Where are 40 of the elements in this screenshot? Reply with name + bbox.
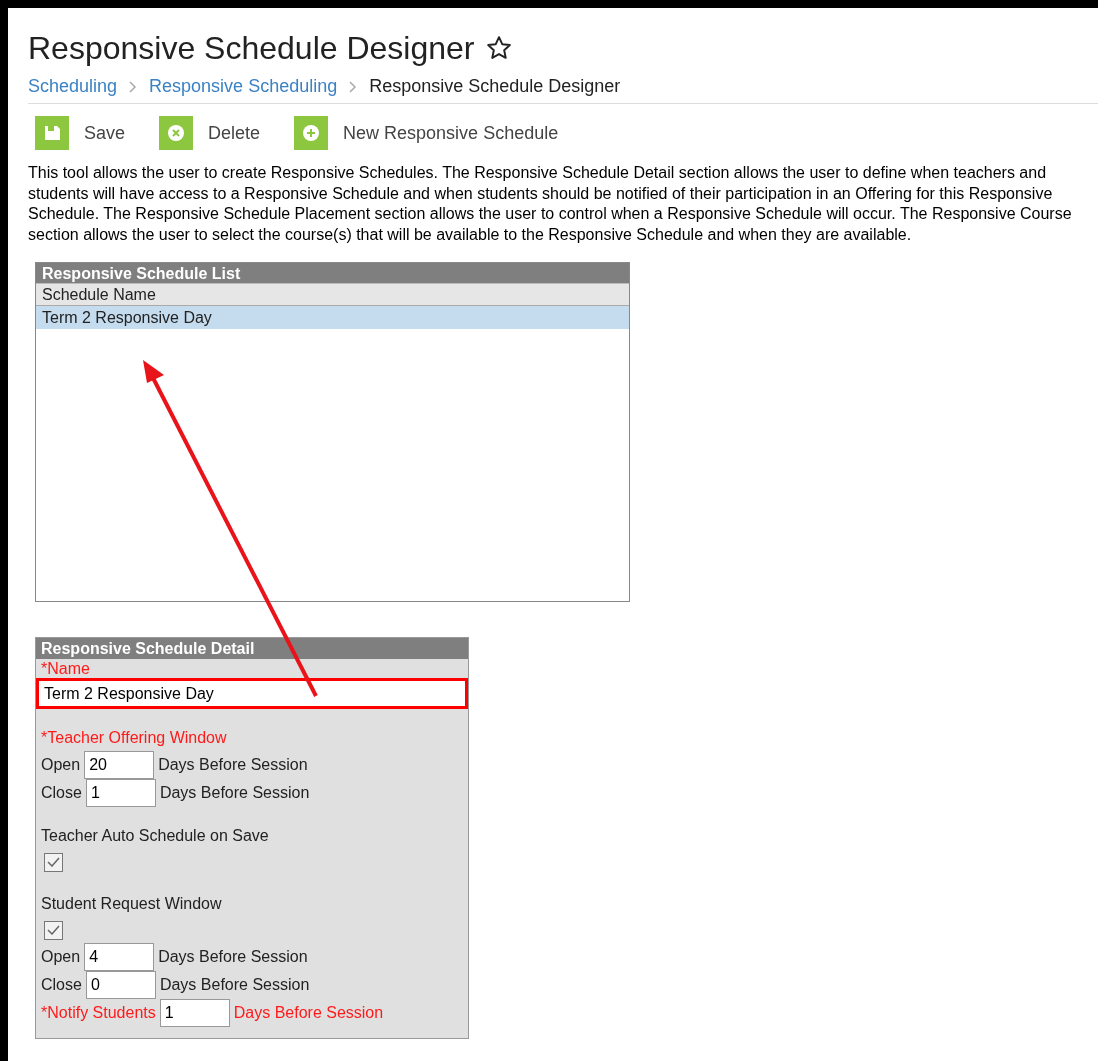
field-suffix: Days Before Session — [158, 947, 308, 967]
panel-header: Responsive Schedule List — [36, 263, 629, 284]
days-field[interactable]: 1 — [85, 779, 156, 807]
breadcrumb-link[interactable]: Responsive Scheduling — [149, 73, 338, 100]
days-field[interactable]: 1 — [159, 999, 230, 1027]
column-header: Schedule Name — [36, 284, 629, 306]
field-suffix: Days Before Session — [233, 1003, 384, 1023]
panel-header: Responsive Schedule Detail — [36, 638, 468, 659]
toolbar-button[interactable]: Delete — [159, 116, 261, 150]
field-label: Close — [41, 975, 82, 995]
check-icon — [47, 857, 60, 867]
field-suffix: Days Before Session — [159, 783, 310, 803]
section-label: Teacher Auto Schedule on Save — [41, 826, 270, 846]
page-title: Responsive Schedule Designer — [28, 29, 475, 68]
save-icon — [35, 116, 69, 150]
description-text: This tool allows the user to create Responsive Schedules. The Responsive Schedule Detail section allows the user to define when teachers and students will have access to a Responsive Schedule and when students should be notified of their participation in an Offering for this Responsive Schedule. The Responsive Schedule Placement section allows the user to control when a Responsive Schedule will occur. The Responsive Course section allows the user to select the course(s) that will be available to the Responsive Schedule and when they are available. — [28, 163, 1073, 245]
field-suffix: Days Before Session — [159, 975, 310, 995]
breadcrumb-link[interactable]: Scheduling — [28, 73, 118, 100]
section-label: *Teacher Offering Window — [41, 728, 228, 748]
toolbar-button[interactable]: Save — [35, 116, 126, 150]
field-suffix: Days Before Session — [158, 755, 308, 775]
days-field[interactable]: 4 — [84, 943, 155, 971]
field-label: Close — [41, 783, 82, 803]
name-field[interactable]: Term 2 Responsive Day — [39, 681, 465, 706]
check-icon — [47, 925, 60, 935]
field-label: *Notify Students — [41, 1003, 156, 1023]
field-label: Open — [41, 755, 81, 775]
field-label: *Name — [40, 659, 91, 678]
star-icon[interactable] — [486, 35, 513, 61]
days-field[interactable]: 20 — [84, 751, 155, 779]
checkbox[interactable] — [44, 852, 63, 872]
section-label: Student Request Window — [41, 894, 223, 914]
breadcrumb-current: Responsive Schedule Designer — [369, 75, 621, 98]
days-field[interactable]: 0 — [85, 971, 156, 999]
chevron-icon — [129, 80, 138, 93]
schedule-row[interactable]: Term 2 Responsive Day — [36, 306, 629, 329]
checkbox[interactable] — [44, 920, 63, 940]
chevron-icon — [349, 80, 358, 93]
field-label: Open — [41, 947, 81, 967]
toolbar-button[interactable]: New Responsive Schedule — [294, 116, 559, 150]
